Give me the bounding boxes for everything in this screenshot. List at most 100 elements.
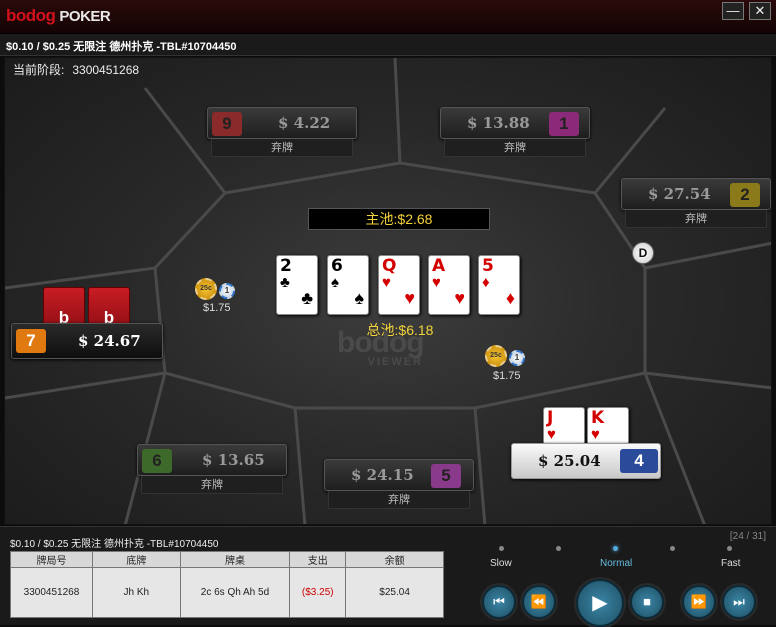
card-rank: Q <box>382 256 397 276</box>
seat-number: 9 <box>212 112 242 136</box>
col-board: 牌桌 <box>179 551 291 568</box>
board-card-5: 5 ♦ ♦ <box>478 255 520 315</box>
seat-1[interactable]: $ 13.88 1 <box>440 107 590 139</box>
seat-stack: $ 13.65 <box>202 451 265 469</box>
seat-2-status: 弃牌 <box>625 210 767 228</box>
board-card-2: 6 ♠ ♠ <box>327 255 369 315</box>
bet-amount: $1.75 <box>493 370 521 382</box>
seat-2[interactable]: $ 27.54 2 <box>621 178 771 210</box>
card-suit: ♠ <box>331 274 339 291</box>
speed-normal-label[interactable]: Normal <box>600 558 632 569</box>
stop-button[interactable]: ■ <box>630 585 664 619</box>
speed-slow-label[interactable]: Slow <box>490 558 512 569</box>
card-rank: K <box>591 408 605 428</box>
seat-5[interactable]: $ 24.15 5 <box>324 459 474 491</box>
watermark-subtitle: VIEWER <box>367 356 424 368</box>
minimize-button[interactable]: — <box>722 2 744 20</box>
speed-tick-selected[interactable] <box>613 546 618 551</box>
seat-stack: $ 13.88 <box>467 114 530 132</box>
card-rank: J <box>547 408 554 428</box>
speed-tick[interactable] <box>727 546 732 551</box>
table-subtitle: $0.10 / $0.25 无限注 德州扑克 -TBL#10704450 <box>0 34 776 56</box>
hero-card-1: J ♥ <box>543 407 585 445</box>
seat-6[interactable]: 6 $ 13.65 <box>137 444 287 476</box>
seat-stack: $ 24.67 <box>78 332 141 350</box>
card-suit: ♥ <box>432 274 441 291</box>
chip-1-icon: 1 <box>509 350 525 366</box>
seat-number: 1 <box>549 112 579 136</box>
replay-panel: $0.10 / $0.25 无限注 德州扑克 -TBL#10704450 牌局号… <box>0 526 776 627</box>
seat-5-status: 弃牌 <box>328 491 470 509</box>
dealer-button: D <box>632 242 654 264</box>
seat-number: 7 <box>16 329 46 353</box>
cell-board: 2c 6s Qh Ah 5d <box>179 567 291 618</box>
main-pot: 主池:$2.68 <box>308 208 490 230</box>
card-suit: ♥ <box>547 426 556 443</box>
card-suit: ♣ <box>280 274 290 291</box>
previous-step-button[interactable]: ⏪ <box>522 585 556 619</box>
seat-9[interactable]: 9 $ 4.22 <box>207 107 357 139</box>
card-rank: 6 <box>331 256 343 276</box>
speed-tick[interactable] <box>499 546 504 551</box>
seat-stack: $ 27.54 <box>648 185 711 203</box>
seat-number: 2 <box>730 183 760 207</box>
seat-4[interactable]: $ 25.04 4 <box>511 443 661 479</box>
chip-25c-icon: 25c <box>195 278 217 300</box>
board-card-4: A ♥ ♥ <box>428 255 470 315</box>
board-card-1: 2 ♣ ♣ <box>276 255 318 315</box>
play-button[interactable]: ▶ <box>576 579 624 627</box>
replay-counter: [24 / 31] <box>729 531 766 542</box>
card-suit-large: ♠ <box>354 288 364 308</box>
title-bar: bodog POKER — ✕ <box>0 0 776 34</box>
close-button[interactable]: ✕ <box>749 2 771 20</box>
seat-stack: $ 4.22 <box>278 114 331 132</box>
logo-product: POKER <box>59 8 111 25</box>
next-step-button[interactable]: ⏩ <box>682 585 716 619</box>
seat-number: 5 <box>431 464 461 488</box>
card-rank: A <box>432 256 446 276</box>
seat-6-status: 弃牌 <box>141 476 283 494</box>
history-title: $0.10 / $0.25 无限注 德州扑克 -TBL#10704450 <box>10 539 219 550</box>
card-rank: 2 <box>280 256 292 276</box>
col-hand-id: 牌局号 <box>10 551 93 568</box>
stage-value: 3300451268 <box>72 63 140 77</box>
seat-7[interactable]: 7 $ 24.67 <box>11 323 163 359</box>
card-suit-large: ♦ <box>505 288 515 308</box>
stage-label: 当前阶段: 3300451268 <box>13 61 139 78</box>
card-suit-large: ♣ <box>301 288 313 308</box>
card-suit: ♦ <box>482 274 490 291</box>
table-row[interactable]: 3300451268 Jh Kh 2c 6s Qh Ah 5d ($3.25) … <box>10 567 444 618</box>
cell-hole-cards: Jh Kh <box>91 567 181 618</box>
card-rank: 5 <box>482 256 494 276</box>
cell-balance: $25.04 <box>345 567 444 618</box>
speed-tick[interactable] <box>556 546 561 551</box>
col-hole-cards: 底牌 <box>91 551 181 568</box>
chip-1-icon: 1 <box>219 283 235 299</box>
first-hand-button[interactable]: ⏮ <box>482 585 516 619</box>
board-card-3: Q ♥ ♥ <box>378 255 420 315</box>
bodog-poker-logo: bodog POKER <box>6 6 111 26</box>
bet-amount: $1.75 <box>203 302 231 314</box>
last-hand-button[interactable]: ⏭ <box>722 585 756 619</box>
card-suit: ♥ <box>382 274 391 291</box>
poker-table: 当前阶段: 3300451268 9 $ 4.22 弃牌 $ 13.88 1 弃牌… <box>4 57 772 525</box>
seat-9-status: 弃牌 <box>211 139 353 157</box>
col-balance: 余额 <box>345 551 444 568</box>
seat-stack: $ 24.15 <box>351 466 414 484</box>
col-spent: 支出 <box>289 551 347 568</box>
watermark-logo: bodog <box>337 326 425 359</box>
bodog-viewer-watermark: bodog VIEWER <box>337 326 425 368</box>
logo-brand: bodog <box>6 6 56 25</box>
hand-history-table: 牌局号 底牌 牌桌 支出 余额 3300451268 Jh Kh 2c 6s Q… <box>10 551 444 618</box>
chip-25c-icon: 25c <box>485 345 507 367</box>
seat-number: 4 <box>620 449 658 473</box>
seat-number: 6 <box>142 449 172 473</box>
card-suit-large: ♥ <box>404 288 415 308</box>
stage-caption: 当前阶段: <box>13 63 65 77</box>
card-suit-large: ♥ <box>454 288 465 308</box>
hero-card-2: K ♥ <box>587 407 629 445</box>
seat-1-status: 弃牌 <box>444 139 586 157</box>
speed-fast-label[interactable]: Fast <box>721 558 740 569</box>
speed-tick[interactable] <box>670 546 675 551</box>
card-suit: ♥ <box>591 426 600 443</box>
